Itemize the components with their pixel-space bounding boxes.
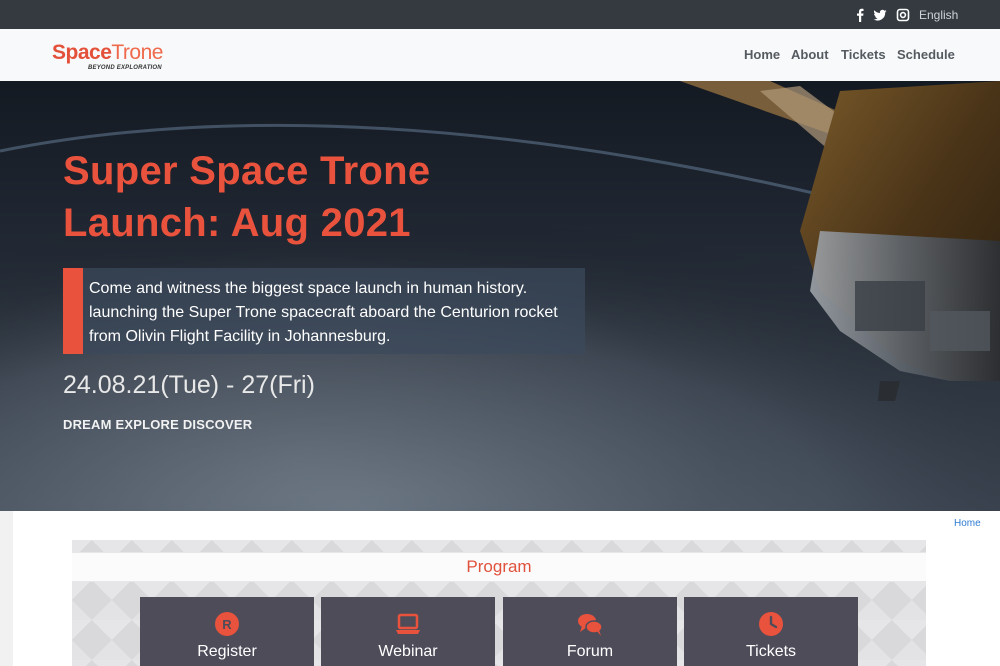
hero-motto: DREAM EXPLORE DISCOVER [63, 417, 253, 432]
hero-banner: Super Space Trone Launch: Aug 2021 Come … [0, 81, 1000, 511]
description-line: from Olivin Flight Facility in Johannesb… [89, 328, 391, 345]
description-line: launching the Super Trone spacecraft abo… [89, 304, 558, 321]
nav-tickets[interactable]: Tickets [841, 47, 886, 63]
program-card-tickets[interactable]: Tickets [684, 597, 858, 666]
description-accent-bar [63, 268, 83, 354]
hero-title-line2: Launch: Aug 2021 [63, 201, 411, 245]
left-gutter [0, 511, 13, 666]
nav-about[interactable]: About [791, 47, 829, 63]
hero-description: Come and witness the biggest space launc… [83, 268, 585, 354]
program-card-label: Register [197, 643, 257, 660]
nav-home[interactable]: Home [744, 47, 780, 63]
program-card-label: Forum [566, 643, 614, 660]
facebook-icon[interactable] [853, 8, 867, 22]
logo[interactable]: SpaceTrone BEYOND EXPLORATION [52, 41, 163, 71]
language-selector[interactable]: English [919, 7, 958, 23]
nav-schedule[interactable]: Schedule [897, 47, 955, 63]
program-card-webinar[interactable]: Webinar [321, 597, 495, 666]
svg-text:R: R [222, 617, 232, 632]
register-icon: R [215, 612, 239, 636]
logo-tagline: BEYOND EXPLORATION [88, 65, 162, 71]
chat-bubbles-icon [578, 614, 603, 636]
hero-title-line1: Super Space Trone [63, 149, 431, 193]
logo-text-trone: Trone [111, 41, 163, 64]
logo-text-space: Space [52, 41, 112, 64]
instagram-icon[interactable] [896, 8, 910, 22]
twitter-icon[interactable] [873, 8, 887, 22]
program-title: Program [72, 552, 926, 582]
hero-title: Super Space Trone Launch: Aug 2021 [63, 145, 583, 249]
laptop-icon [396, 613, 420, 634]
program-card-label: Webinar [378, 643, 438, 660]
program-card-label: Tickets [745, 643, 797, 660]
program-card-register[interactable]: R Register [140, 597, 314, 666]
top-bar: English [0, 0, 1000, 29]
breadcrumb-home[interactable]: Home [954, 518, 981, 530]
description-line: Come and witness the biggest space launc… [89, 280, 528, 297]
clock-icon [759, 612, 783, 636]
program-card-forum[interactable]: Forum [503, 597, 677, 666]
event-date: 24.08.21(Tue) - 27(Fri) [63, 371, 315, 399]
